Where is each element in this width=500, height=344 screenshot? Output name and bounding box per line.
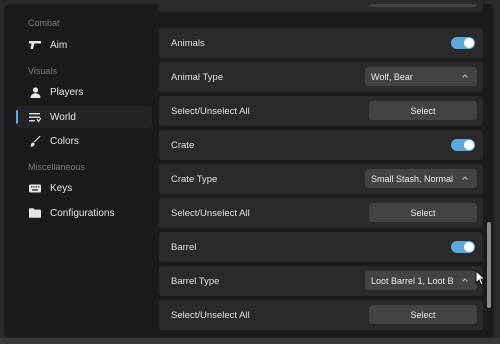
row-label: Animals <box>171 37 205 49</box>
list-icon <box>28 110 42 124</box>
barrel-type-dropdown[interactable]: Loot Barrel 1, Loot B <box>365 271 477 290</box>
sidebar-item-label: Colors <box>50 135 79 147</box>
row-label: Select/Unselect All <box>171 105 250 117</box>
section-label-miscellaneous: Miscellaneous <box>28 162 86 172</box>
row-label: Animal Type <box>171 71 224 83</box>
crate-toggle[interactable] <box>451 139 475 151</box>
row-label: Select/Unselect All <box>171 309 250 321</box>
crate-type-dropdown[interactable]: Small Stash, Normal <box>365 169 477 188</box>
sidebar-item-players[interactable]: Players <box>16 81 152 103</box>
sidebar-item-colors[interactable]: Colors <box>16 130 152 152</box>
scrollbar-thumb[interactable] <box>487 222 491 308</box>
chevron-up-icon <box>461 276 469 284</box>
animals-toggle[interactable] <box>451 37 475 49</box>
sidebar-item-label: Aim <box>50 39 68 51</box>
dropdown-value: Wolf, Bear <box>371 71 413 82</box>
dropdown-value: Loot Barrel 1, Loot B <box>371 275 454 286</box>
person-icon <box>28 85 42 99</box>
settings-panel: Animals Animal Type Wolf, Bear Select/Un… <box>156 4 494 338</box>
barrel-select-button[interactable]: Select <box>369 305 477 324</box>
sidebar-item-world[interactable]: World <box>16 106 152 128</box>
chevron-up-icon <box>461 72 469 80</box>
sidebar-item-label: Players <box>50 86 84 98</box>
animal-type-dropdown[interactable]: Wolf, Bear <box>365 67 477 86</box>
sidebar: Combat Aim Visuals Players World Colors … <box>4 4 156 338</box>
row-label: Barrel Type <box>171 275 220 287</box>
sidebar-item-keys[interactable]: Keys <box>16 177 152 199</box>
mouse-cursor-icon <box>475 269 487 286</box>
sidebar-item-label: World <box>50 111 76 123</box>
row-label: Select/Unselect All <box>171 207 250 219</box>
settings-row-crate-type: Crate Type Small Stash, Normal <box>159 164 483 194</box>
settings-row-barrel: Barrel <box>159 232 483 262</box>
rifle-icon <box>28 38 42 52</box>
sidebar-item-label: Keys <box>50 182 73 194</box>
sidebar-item-aim[interactable]: Aim <box>16 34 152 56</box>
settings-row-barrel-select-all: Select/Unselect All Select <box>159 300 483 330</box>
settings-row-animal-type: Animal Type Wolf, Bear <box>159 62 483 92</box>
settings-row <box>159 4 483 12</box>
chevron-up-icon <box>461 174 469 182</box>
settings-row-barrel-type: Barrel Type Loot Barrel 1, Loot B <box>159 266 483 296</box>
row-label: Crate <box>171 139 195 151</box>
toggle-knob <box>464 140 474 150</box>
sidebar-item-label: Configurations <box>50 207 115 219</box>
settings-row-crate-select-all: Select/Unselect All Select <box>159 198 483 228</box>
settings-row-animals: Animals <box>159 28 483 58</box>
row-label: Crate Type <box>171 173 218 185</box>
section-label-combat: Combat <box>28 18 60 28</box>
background-strip <box>0 338 500 344</box>
keyboard-icon <box>28 181 42 195</box>
active-indicator <box>16 110 18 124</box>
app-window: Combat Aim Visuals Players World Colors … <box>4 4 494 338</box>
folder-icon <box>28 206 42 220</box>
toggle-knob <box>464 38 474 48</box>
select-button-partial[interactable] <box>369 4 477 7</box>
section-label-visuals: Visuals <box>28 66 57 76</box>
animals-select-button[interactable]: Select <box>369 101 477 120</box>
settings-row-crate: Crate <box>159 130 483 160</box>
barrel-toggle[interactable] <box>451 241 475 253</box>
brush-icon <box>28 134 42 148</box>
row-label: Barrel <box>171 241 197 253</box>
dropdown-value: Small Stash, Normal <box>371 173 454 184</box>
settings-row-animals-select-all: Select/Unselect All Select <box>159 96 483 126</box>
sidebar-item-configurations[interactable]: Configurations <box>16 202 152 224</box>
crate-select-button[interactable]: Select <box>369 203 477 222</box>
toggle-knob <box>464 242 474 252</box>
